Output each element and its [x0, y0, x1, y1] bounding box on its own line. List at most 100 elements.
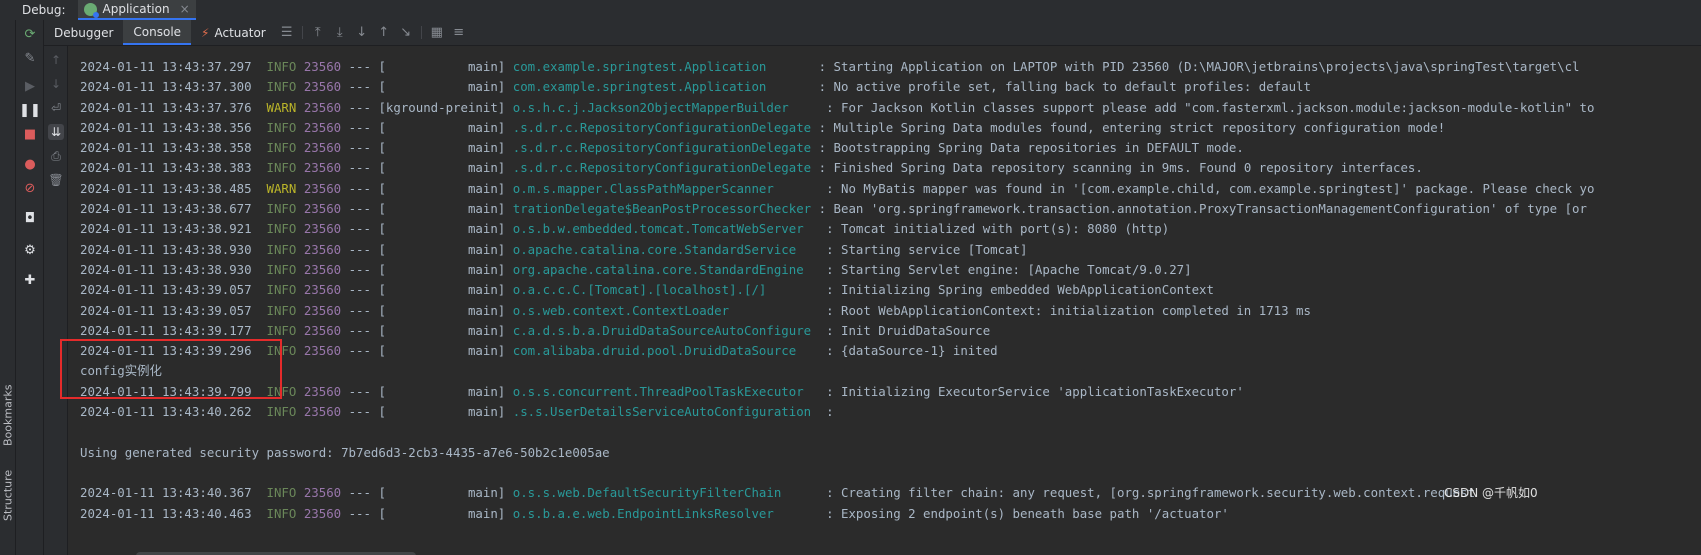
log-thread: [ main]	[378, 485, 506, 501]
mute-breakpoints-icon[interactable]: ⊘	[22, 180, 38, 196]
console-output[interactable]: 2024-01-11 13:43:37.297 INFO 23560 --- […	[68, 46, 1701, 555]
log-separator	[252, 221, 267, 236]
menu-icon[interactable]: ☰	[276, 20, 298, 45]
log-separator	[296, 485, 303, 500]
log-line: 2024-01-11 13:43:40.367 INFO 23560 --- […	[80, 483, 1594, 503]
log-level: INFO	[266, 59, 297, 74]
log-timestamp: 2024-01-11 13:43:37.376	[80, 99, 252, 115]
log-logger: o.s.s.web.DefaultSecurityFilterChain	[512, 485, 819, 501]
wrench-icon[interactable]: ✎	[22, 50, 38, 66]
log-level: INFO	[266, 221, 297, 237]
log-separator	[296, 506, 303, 521]
step-over-icon[interactable]: ⤓	[329, 20, 351, 45]
log-separator: ---	[341, 140, 379, 156]
log-separator	[252, 242, 267, 257]
spring-app-icon	[83, 2, 99, 18]
step-into-icon[interactable]: ↓	[351, 20, 373, 45]
scroll-to-end-icon[interactable]: ⇊	[48, 124, 64, 140]
log-message: : Creating filter chain: any request, [o…	[826, 485, 1476, 501]
resume-icon[interactable]: ▶	[22, 78, 38, 94]
log-message: :	[826, 404, 834, 420]
log-separator	[819, 181, 826, 196]
debug-label: Debug:	[22, 3, 66, 17]
stop-icon[interactable]: ■	[22, 126, 38, 142]
log-logger: com.alibaba.druid.pool.DruidDataSource	[512, 343, 819, 359]
log-pid: 23560	[303, 241, 342, 257]
log-separator	[252, 262, 267, 277]
log-timestamp: 2024-01-11 13:43:38.921	[80, 221, 252, 237]
log-separator	[296, 160, 303, 175]
log-logger: c.a.d.s.b.a.DruidDataSourceAutoConfigure	[512, 322, 819, 338]
log-timestamp: 2024-01-11 13:43:38.383	[80, 160, 252, 176]
log-logger: o.a.c.c.C.[Tomcat].[localhost].[/]	[512, 282, 819, 298]
log-separator	[296, 404, 303, 419]
log-message: : Root WebApplicationContext: initializa…	[826, 302, 1311, 318]
log-separator	[296, 343, 303, 358]
structure-tool-button[interactable]: Structure	[0, 460, 16, 530]
run-to-cursor-icon[interactable]: ↘	[395, 20, 417, 45]
log-timestamp: 2024-01-11 13:43:39.177	[80, 322, 252, 338]
log-separator	[296, 384, 303, 399]
print-icon[interactable]: ⎙	[48, 148, 64, 164]
log-separator	[252, 506, 267, 521]
log-timestamp: 2024-01-11 13:43:38.358	[80, 140, 252, 156]
tab-console[interactable]: Console	[123, 20, 192, 45]
log-level: WARN	[266, 99, 297, 115]
log-separator: ---	[341, 79, 379, 95]
trash-icon[interactable]: 🗑	[48, 172, 64, 188]
pin-icon[interactable]: ✚	[22, 272, 38, 288]
log-thread: [ main]	[378, 79, 506, 95]
log-level: INFO	[266, 505, 297, 521]
show-execution-point-icon[interactable]: ⤒	[307, 20, 329, 45]
log-separator	[505, 59, 512, 74]
log-separator	[819, 323, 826, 338]
log-pid: 23560	[303, 383, 342, 399]
log-separator	[811, 59, 818, 74]
trace-icon[interactable]: ≡	[448, 20, 470, 45]
log-separator: ---	[341, 505, 379, 521]
log-line: 2024-01-11 13:43:38.358 INFO 23560 --- […	[80, 138, 1594, 158]
log-logger: o.s.h.c.j.Jackson2ObjectMapperBuilder	[512, 99, 819, 115]
log-separator: ---	[341, 282, 379, 298]
settings-gear-icon[interactable]: ⚙	[22, 242, 38, 258]
log-timestamp: 2024-01-11 13:43:40.463	[80, 505, 252, 521]
log-level: INFO	[266, 485, 297, 501]
log-separator	[505, 303, 512, 318]
up-arrow-icon[interactable]: ↑	[48, 52, 64, 68]
log-pid: 23560	[303, 302, 342, 318]
log-line: 2024-01-11 13:43:38.930 INFO 23560 --- […	[80, 260, 1594, 280]
log-timestamp: 2024-01-11 13:43:37.300	[80, 79, 252, 95]
step-out-icon[interactable]: ↑	[373, 20, 395, 45]
soft-wrap-icon[interactable]: ⏎	[48, 100, 64, 116]
evaluate-expression-icon[interactable]: ▦	[426, 20, 448, 45]
rerun-icon[interactable]: ⟳	[22, 26, 38, 42]
log-level: INFO	[266, 119, 297, 135]
log-separator	[505, 506, 512, 521]
close-icon[interactable]: ×	[180, 2, 190, 16]
log-separator	[819, 242, 826, 257]
log-timestamp: 2024-01-11 13:43:38.930	[80, 261, 252, 277]
bookmarks-tool-button[interactable]: Bookmarks	[0, 375, 16, 455]
log-line: 2024-01-11 13:43:39.296 INFO 23560 --- […	[80, 341, 1594, 361]
log-timestamp: 2024-01-11 13:43:39.057	[80, 282, 252, 298]
camera-icon[interactable]: ◘	[22, 210, 38, 226]
log-level: INFO	[266, 201, 297, 217]
log-separator	[252, 100, 267, 115]
log-separator	[505, 201, 512, 216]
log-timestamp: 2024-01-11 13:43:39.057	[80, 302, 252, 318]
log-separator: ---	[341, 383, 379, 399]
log-thread: [ main]	[378, 302, 506, 318]
tab-actuator[interactable]: ⚡ Actuator	[191, 20, 276, 45]
log-separator	[296, 79, 303, 94]
log-separator: ---	[341, 119, 379, 135]
pause-icon[interactable]: ❚❚	[19, 102, 41, 118]
view-breakpoints-icon[interactable]: ●	[22, 156, 38, 172]
log-separator: ---	[341, 59, 379, 74]
tab-application[interactable]: Application ×	[77, 0, 196, 20]
log-separator	[505, 120, 512, 135]
log-pid: 23560	[303, 59, 342, 74]
log-timestamp: 2024-01-11 13:43:38.930	[80, 241, 252, 257]
down-arrow-icon[interactable]: ↓	[48, 76, 64, 92]
tab-debugger[interactable]: Debugger	[44, 20, 123, 45]
